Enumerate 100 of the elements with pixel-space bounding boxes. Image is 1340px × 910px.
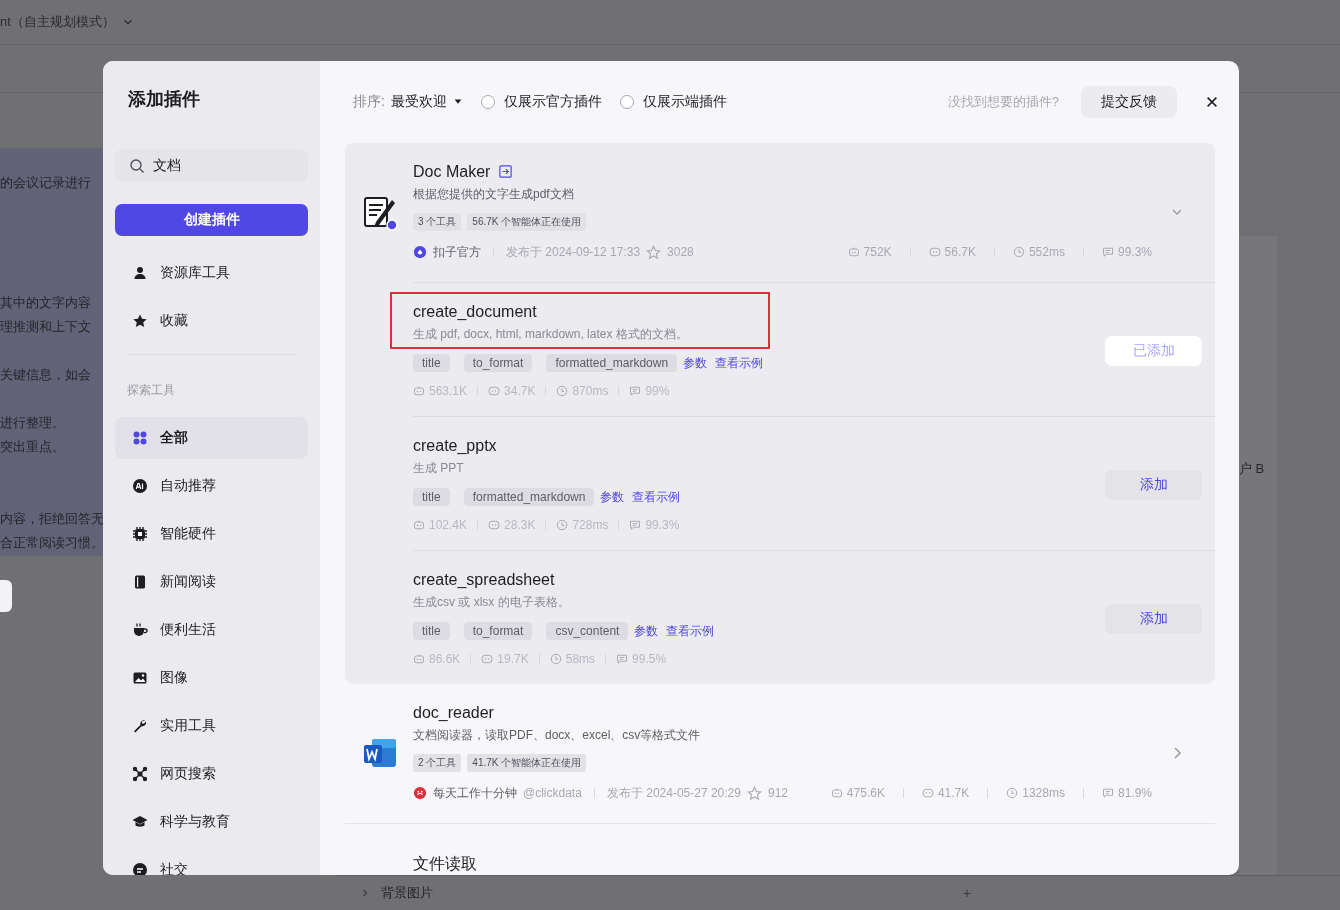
message-icon <box>1101 787 1114 799</box>
sidebar-item[interactable]: 收藏 <box>115 300 308 342</box>
plugin-name: Doc Maker <box>413 162 491 181</box>
parameter-tag: title <box>413 488 450 506</box>
background-text: 突出重点。 <box>0 438 65 456</box>
background-text: 户 B <box>1239 460 1265 478</box>
publish-date: 发布于 2024-05-27 20:29 <box>606 784 741 802</box>
robot-icon <box>830 787 843 799</box>
stat-value: 1328ms <box>1022 786 1065 800</box>
message-icon <box>629 385 642 397</box>
robot-icon <box>413 653 425 665</box>
parameter-tag: formatted_markdown <box>546 354 678 372</box>
close-icon <box>1205 95 1219 109</box>
ai-icon <box>132 478 148 494</box>
category-item[interactable]: 图像 <box>115 657 308 699</box>
message-icon <box>629 519 642 531</box>
search-field[interactable]: 文档 <box>115 149 308 182</box>
network-icon <box>132 766 148 782</box>
star-icon <box>132 313 148 329</box>
stat-value: 41.7K <box>937 786 970 800</box>
dialog-title: 添加插件 <box>128 88 201 111</box>
publish-date: 发布于 2024-09-12 17:33 <box>506 243 641 261</box>
tool-name: create_spreadsheet <box>413 571 556 589</box>
plugin-name: doc_reader <box>413 703 494 722</box>
plugin-tag: 2 个工具 <box>413 753 462 772</box>
background-text: 合正常阅读习惯。 <box>0 534 104 552</box>
plugin-card[interactable] <box>345 143 1215 684</box>
search-icon <box>129 158 145 174</box>
clock-icon <box>556 385 569 397</box>
publisher-handle: @clickdata <box>523 786 582 800</box>
stat-value: 56.7K <box>944 245 976 259</box>
chat-bubble-icon <box>928 246 941 258</box>
category-item[interactable]: 实用工具 <box>115 705 308 747</box>
chat-bubble-icon <box>488 519 501 531</box>
add-button[interactable]: 添加 <box>1105 603 1202 634</box>
filter-radio[interactable]: 仅展示端插件 <box>619 93 727 111</box>
category-item[interactable]: 全部 <box>115 417 308 459</box>
example-link[interactable]: 查看示例 <box>632 488 681 506</box>
sidebar-item[interactable]: 资源库工具 <box>115 252 308 294</box>
tool-description: 生成csv 或 xlsx 的电子表格。 <box>413 594 571 611</box>
background-text: 进行整理。 <box>0 414 65 432</box>
chat-bubble-icon <box>481 653 494 665</box>
grid-icon <box>132 430 148 446</box>
parameter-tag: to_format <box>463 354 533 372</box>
tool-name: create_document <box>413 303 538 321</box>
parameter-tag: to_format <box>463 622 533 640</box>
robot-icon <box>413 385 425 397</box>
background-text: 内容，拒绝回答无 <box>0 510 104 528</box>
example-link[interactable]: 查看示例 <box>666 622 715 640</box>
plugin-description: 根据您提供的文字生成pdf文档 <box>413 185 575 203</box>
stat-value: 752K <box>863 245 892 259</box>
publisher-name[interactable]: 扣子官方 <box>433 243 481 261</box>
example-link[interactable]: 查看示例 <box>715 354 764 372</box>
tool-name: create_pptx <box>413 437 498 455</box>
stat-value: 99.3% <box>1117 245 1152 259</box>
wrench-icon <box>132 718 148 734</box>
background-text: 的会议记录进行 <box>0 174 91 192</box>
publisher-name[interactable]: 每天工作十分钟 <box>433 784 517 802</box>
background-text: 其中的文字内容 <box>0 294 91 312</box>
filter-radio[interactable]: 仅展示官方插件 <box>480 93 602 111</box>
params-link[interactable]: 参数 <box>634 622 659 640</box>
background-text: 关键信息，如会 <box>0 366 91 384</box>
category-item[interactable]: 网页搜索 <box>115 753 308 795</box>
plugin-card[interactable]: 文件读取 <box>345 824 1215 875</box>
section-title: 背景图片 <box>381 884 433 902</box>
feedback-button[interactable]: 提交反馈 <box>1081 86 1177 118</box>
sort-label: 排序: <box>353 93 385 111</box>
message-icon <box>1101 246 1114 258</box>
create-plugin-button[interactable]: 创建插件 <box>115 204 308 236</box>
category-item[interactable]: 新闻阅读 <box>115 561 308 603</box>
params-link[interactable]: 参数 <box>600 488 625 506</box>
message-icon <box>616 653 629 665</box>
category-item[interactable]: 科学与教育 <box>115 801 308 843</box>
person-icon <box>132 265 148 281</box>
favorite-count: 3028 <box>667 245 694 259</box>
chip-icon <box>132 526 148 542</box>
sort-dropdown[interactable]: 最受欢迎 <box>390 93 463 111</box>
plugin-tag: 56.7K 个智能体正在使用 <box>467 212 587 231</box>
chat-icon <box>132 862 148 875</box>
plugin-card[interactable]: doc_reader 文档阅读器，读取PDF、docx、excel、csv等格式文件 2 个工具 41.7K 个智能体正在使用 每天工作十分钟 @clickdata 发布于 2024-05-27 20:29 912 475.6K 41.7K 1328ms 81.9% <box>345 684 1215 824</box>
robot-icon <box>413 519 425 531</box>
publisher-avatar-icon <box>413 786 427 800</box>
parameter-tag: title <box>413 354 450 372</box>
stat-value: 81.9% <box>1117 786 1152 800</box>
clock-icon <box>1006 787 1019 799</box>
category-item[interactable]: 智能硬件 <box>115 513 308 555</box>
feedback-hint: 没找到想要的插件? <box>947 93 1059 111</box>
stat-value: 552ms <box>1028 245 1065 259</box>
category-item[interactable]: 便利生活 <box>115 609 308 651</box>
category-item[interactable]: 自动推荐 <box>115 465 308 507</box>
side-tab[interactable] <box>0 580 12 612</box>
clock-icon <box>556 519 569 531</box>
plugin-tag: 3 个工具 <box>413 212 462 231</box>
params-link[interactable]: 参数 <box>683 354 708 372</box>
favorite-count: 912 <box>767 786 788 800</box>
section-label: 探索工具 <box>127 382 176 399</box>
star-outline-icon <box>646 244 662 260</box>
cup-icon <box>132 622 148 638</box>
book-icon <box>132 574 148 590</box>
add-button[interactable]: 添加 <box>1105 469 1202 500</box>
